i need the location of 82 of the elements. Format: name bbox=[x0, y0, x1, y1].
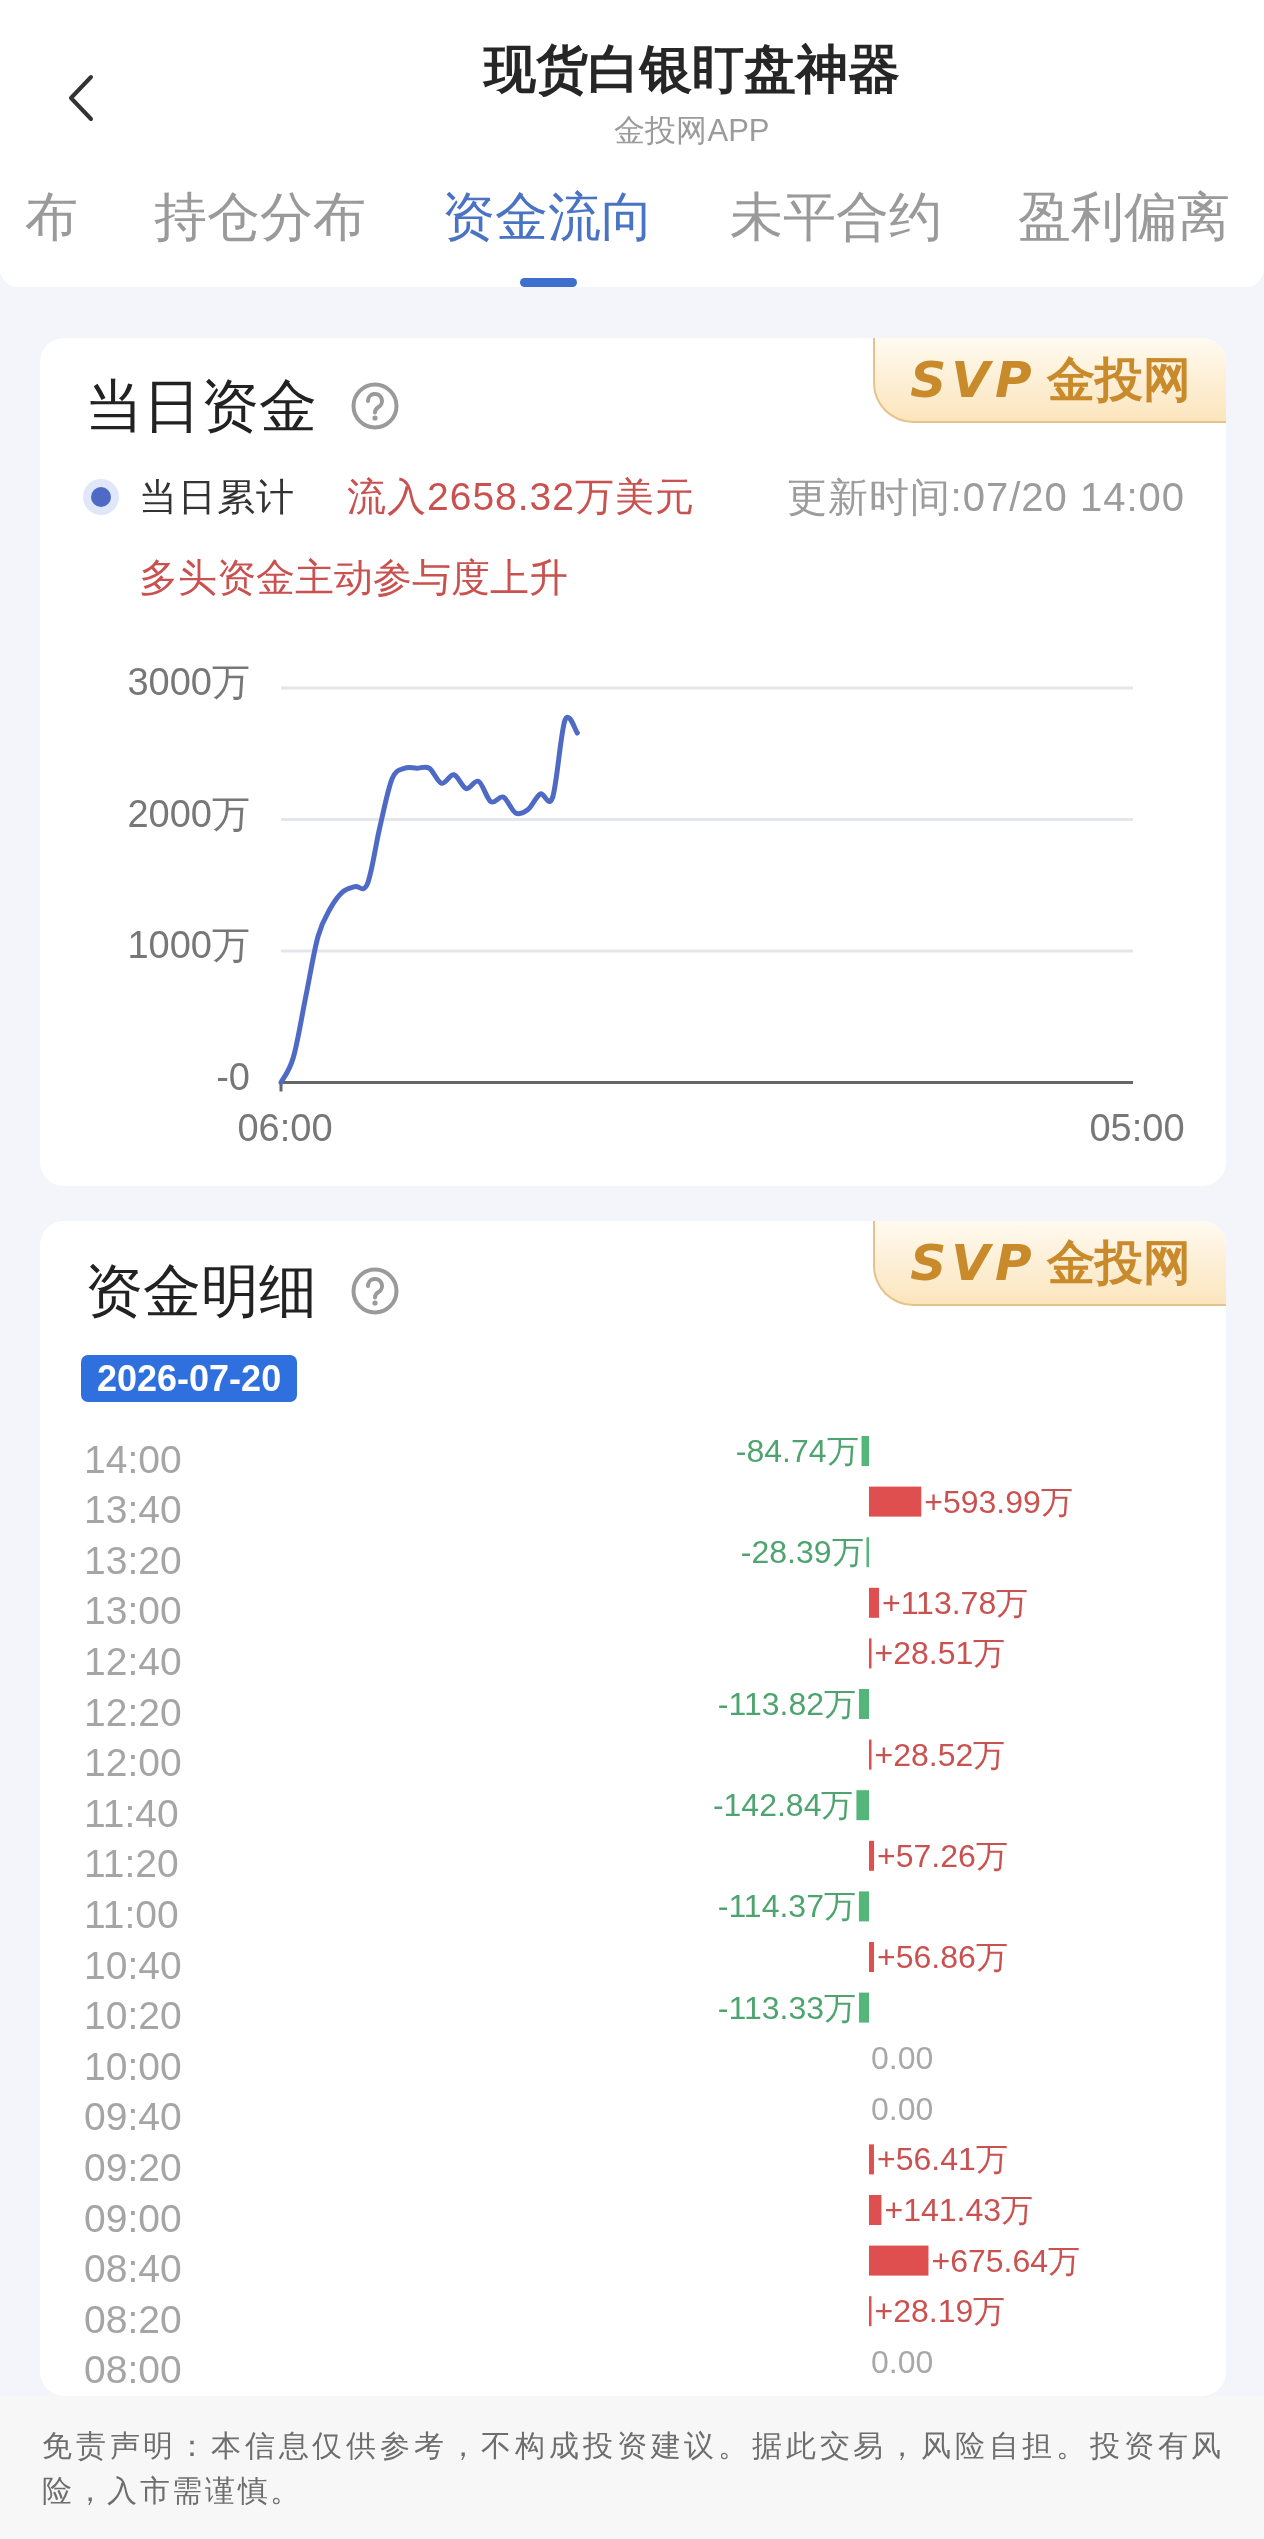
time-label: 08:40 bbox=[84, 2247, 182, 2291]
badge-logo: SVP bbox=[910, 1234, 1037, 1291]
inflow-amount: 流入2658.32万美元 bbox=[347, 474, 695, 520]
axis-label: 2000万 bbox=[127, 792, 250, 835]
bar bbox=[869, 1587, 879, 1618]
value-label: 0.00 bbox=[871, 2040, 934, 2077]
bar bbox=[861, 1436, 869, 1466]
bar bbox=[869, 2296, 872, 2327]
page-title: 现货白银盯盘神器 bbox=[482, 39, 901, 99]
time-label: 10:40 bbox=[84, 1943, 182, 1987]
value-label: -142.84万 bbox=[712, 1787, 854, 1824]
update-time: 更新时间:07/20 14:00 bbox=[786, 474, 1185, 521]
card-title: 资金明细 bbox=[85, 1257, 317, 1325]
disclaimer-text: 免责声明：本信息仅供参考，不构成投资建议。据此交易，风险自担。投资有风险，入市需谨慎。 bbox=[42, 2428, 1224, 2509]
axis-label: -0 bbox=[216, 1055, 250, 1098]
value-label: +28.52万 bbox=[874, 1736, 1006, 1773]
date-badge: 2026-07-20 bbox=[81, 1355, 298, 1402]
value-label: +141.43万 bbox=[884, 2192, 1033, 2228]
axis-label: 05:00 bbox=[1089, 1107, 1185, 1149]
bar bbox=[869, 2144, 874, 2175]
bar bbox=[869, 1638, 872, 1669]
time-label: 08:00 bbox=[84, 2348, 182, 2392]
tab[interactable]: 布 bbox=[25, 185, 78, 287]
value-label: +675.64万 bbox=[931, 2242, 1080, 2279]
value-label: -28.39万 bbox=[740, 1534, 864, 1571]
time-label: 11:00 bbox=[84, 1892, 179, 1936]
value-label: -113.33万 bbox=[717, 1989, 857, 2026]
help-icon[interactable] bbox=[351, 1267, 399, 1315]
value-label: +113.78万 bbox=[882, 1584, 1029, 1621]
value-label: -114.37万 bbox=[717, 1888, 856, 1925]
value-label: +28.51万 bbox=[874, 1635, 1006, 1672]
page-subtitle: 金投网APP bbox=[613, 113, 771, 149]
value-label: 0.00 bbox=[871, 2343, 934, 2380]
value-label: +57.26万 bbox=[877, 1837, 1008, 1874]
trend-note: 多头资金主动参与度上升 bbox=[138, 555, 569, 601]
time-label: 09:00 bbox=[84, 2196, 182, 2240]
value-label: +593.99万 bbox=[924, 1483, 1073, 1520]
value-label: 0.00 bbox=[871, 2090, 934, 2127]
badge-label: 金投网 bbox=[1046, 1234, 1191, 1291]
axis-label: 1000万 bbox=[127, 924, 250, 966]
time-label: 13:00 bbox=[84, 1589, 182, 1633]
time-label: 10:00 bbox=[84, 2044, 182, 2088]
time-label: 10:20 bbox=[84, 1994, 182, 2038]
axis-label: 3000万 bbox=[127, 661, 250, 703]
tab[interactable]: 持仓分布 bbox=[154, 185, 366, 287]
time-label: 13:40 bbox=[84, 1488, 182, 1532]
bar bbox=[859, 1992, 869, 2023]
bar bbox=[858, 1891, 869, 1922]
time-label: 09:40 bbox=[84, 2095, 182, 2139]
bar bbox=[869, 1942, 874, 1972]
time-label: 12:00 bbox=[84, 1741, 182, 1785]
badge-logo: SVP bbox=[910, 351, 1037, 408]
bar bbox=[869, 1840, 875, 1871]
bar bbox=[869, 2195, 882, 2225]
help-icon[interactable] bbox=[351, 382, 399, 430]
bar bbox=[856, 1790, 869, 1821]
legend-label: 当日累计 bbox=[139, 475, 295, 520]
bar bbox=[869, 2245, 929, 2276]
time-label: 11:20 bbox=[84, 1842, 179, 1886]
card-title: 当日资金 bbox=[85, 372, 317, 440]
tab[interactable]: 盈利偏离 bbox=[1018, 185, 1230, 287]
bar bbox=[866, 1537, 869, 1568]
time-label: 14:00 bbox=[84, 1437, 182, 1481]
bar bbox=[859, 1689, 869, 1719]
time-label: 12:20 bbox=[84, 1690, 182, 1734]
time-label: 09:20 bbox=[84, 2145, 182, 2189]
time-label: 08:20 bbox=[84, 2297, 182, 2341]
axis-label: 06:00 bbox=[237, 1107, 333, 1149]
time-label: 12:40 bbox=[84, 1639, 182, 1683]
time-label: 11:40 bbox=[84, 1791, 179, 1835]
chevron-left-icon bbox=[67, 74, 95, 122]
badge-label: 金投网 bbox=[1046, 351, 1191, 408]
value-label: +56.41万 bbox=[876, 2141, 1008, 2178]
tab[interactable]: 资金流向 bbox=[442, 185, 654, 287]
value-label: +28.19万 bbox=[874, 2293, 1006, 2330]
value-label: -84.74万 bbox=[735, 1433, 859, 1469]
bar bbox=[869, 1486, 922, 1517]
time-label: 13:20 bbox=[84, 1538, 182, 1582]
value-label: +56.86万 bbox=[877, 1939, 1008, 1975]
tab[interactable]: 未平合约 bbox=[730, 185, 942, 287]
bar bbox=[869, 1739, 872, 1770]
value-label: -113.82万 bbox=[717, 1686, 856, 1722]
